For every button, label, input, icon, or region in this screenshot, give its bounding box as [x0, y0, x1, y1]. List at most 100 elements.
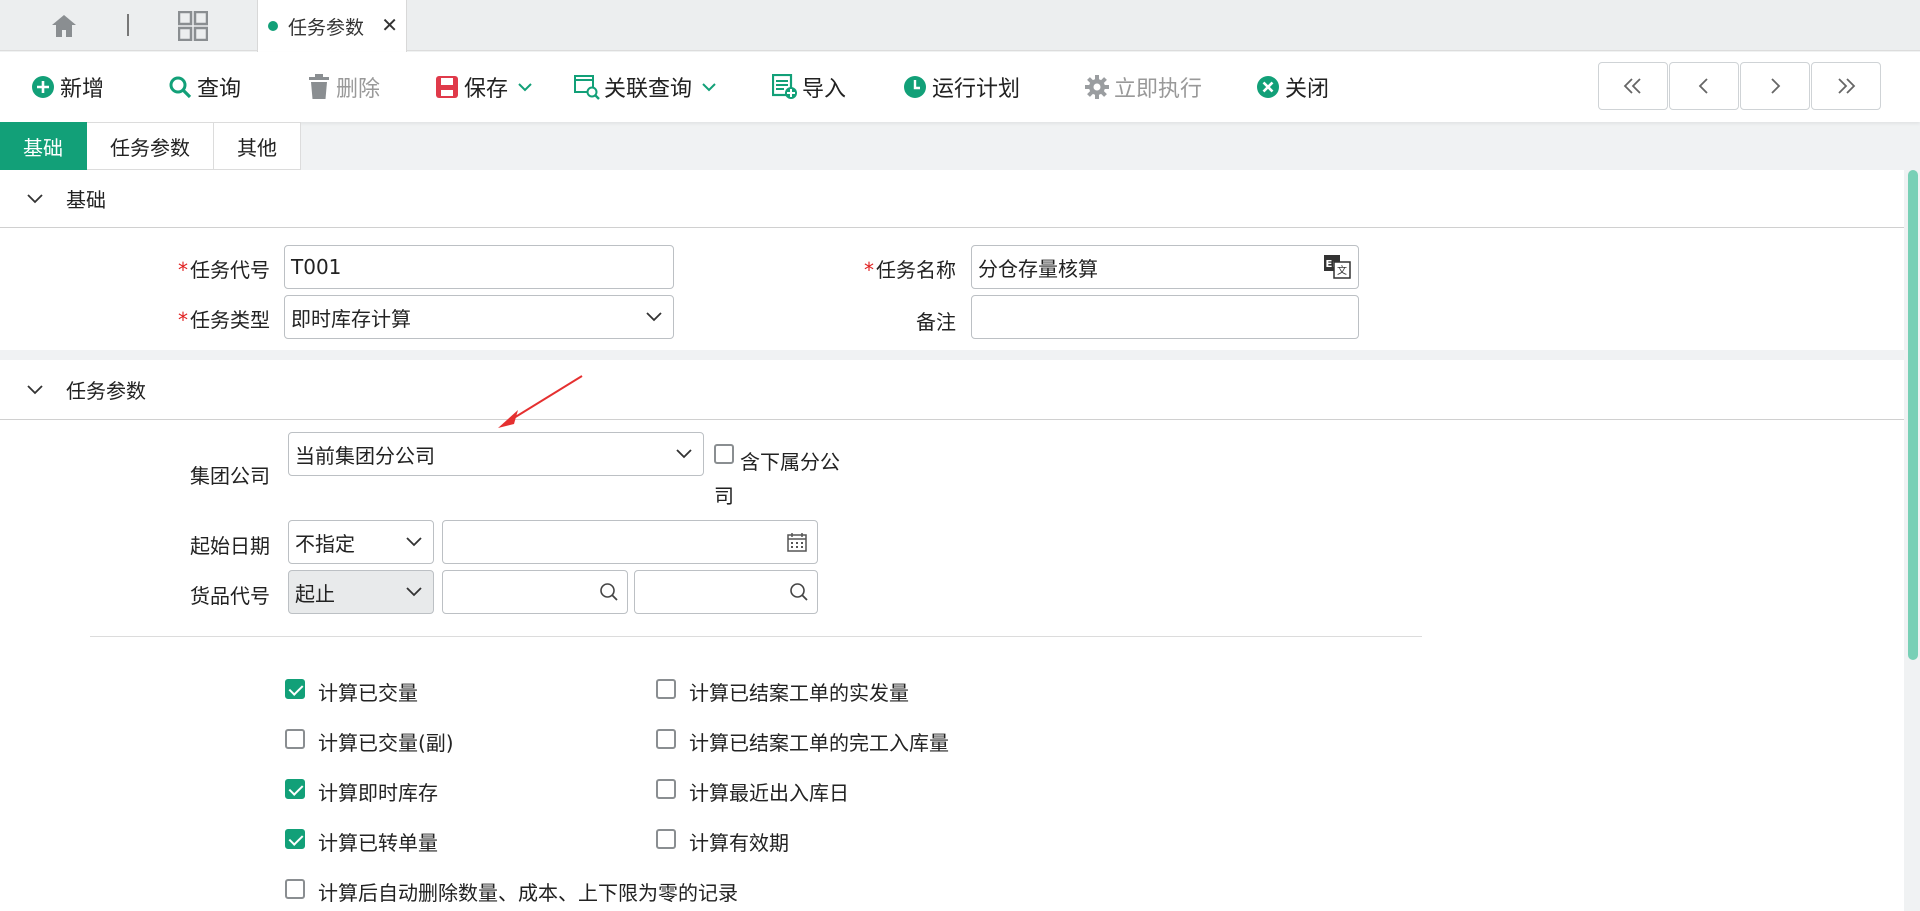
import-label: 导入 [802, 77, 847, 102]
calc-realtime-stock-label: 计算即时库存 [318, 781, 438, 805]
related-query-button[interactable]: 关联查询 [574, 70, 716, 104]
section-title: 任务参数 [66, 379, 146, 403]
tab-basic[interactable]: 基础 [0, 122, 87, 170]
last-record-button[interactable] [1811, 62, 1881, 110]
search-icon[interactable] [789, 582, 809, 602]
delete-button[interactable]: 删除 [306, 70, 380, 104]
trash-icon [306, 74, 332, 100]
save-button[interactable]: 保存 [434, 70, 532, 104]
run-plan-button[interactable]: 运行计划 [902, 70, 1020, 104]
calendar-icon[interactable] [787, 532, 807, 552]
auto-delete-zero-records-label: 计算后自动删除数量、成本、上下限为零的记录 [318, 881, 738, 905]
clock-icon [902, 74, 928, 100]
execute-now-button[interactable]: 立即执行 [1084, 70, 1202, 104]
calc-closed-wo-completed-checkbox[interactable] [656, 729, 676, 749]
calc-expiry-checkbox[interactable] [656, 829, 676, 849]
task-type-label: * 任务类型 [178, 308, 270, 332]
task-params-section: 任务参数 集团公司 当前集团分公司 含下属分公 司 起始日期 不指定 货品代号 … [0, 360, 1904, 911]
calc-closed-wo-issued-checkbox[interactable] [656, 679, 676, 699]
item-code-mode-select[interactable]: 起止 [288, 570, 434, 614]
calc-realtime-stock-checkbox[interactable] [285, 779, 305, 799]
task-code-label: * 任务代号 [178, 258, 270, 282]
calc-transferred-qty-label: 计算已转单量 [318, 831, 438, 855]
chevron-down-icon [406, 537, 422, 547]
group-company-label: 集团公司 [190, 464, 270, 488]
include-subsidiaries-label-wrap: 司 [714, 484, 734, 508]
item-code-to-input[interactable] [634, 570, 818, 614]
include-subsidiaries-label: 含下属分公 [740, 450, 840, 474]
save-label: 保存 [464, 77, 509, 102]
group-company-select[interactable]: 当前集团分公司 [288, 432, 704, 476]
chevron-down-icon[interactable] [518, 80, 532, 94]
vertical-scrollbar[interactable] [1908, 170, 1918, 660]
floppy-disk-icon [434, 74, 460, 100]
close-circle-icon [1255, 74, 1281, 100]
search-icon [167, 74, 193, 100]
query-label: 查询 [197, 77, 242, 102]
close-label: 关闭 [1285, 77, 1330, 102]
calc-last-inout-date-checkbox[interactable] [656, 779, 676, 799]
gear-icon [1084, 74, 1110, 100]
toolbar: 新增 查询 删除 保存 关联查询 导入 运行计划 立即执行 关闭 [0, 52, 1920, 122]
task-name-label: * 任务名称 [864, 258, 956, 282]
annotation-arrow-icon [498, 375, 583, 428]
form-tabs: 基础 任务参数 其他 [0, 122, 301, 170]
window-tab-strip: 任务参数 ✕ [0, 0, 1920, 52]
search-icon[interactable] [599, 582, 619, 602]
calc-expiry-label: 计算有效期 [689, 831, 789, 855]
chevron-down-icon [406, 587, 422, 597]
run-plan-label: 运行计划 [932, 77, 1021, 102]
task-name-input[interactable]: 分仓存量核算 En 文 [971, 245, 1359, 289]
basic-section: 基础 * 任务代号 T001 * 任务名称 分仓存量核算 En 文 * 任务类型 即时库… [0, 170, 1904, 350]
auto-delete-zero-records-checkbox[interactable] [285, 879, 305, 899]
calc-transferred-qty-checkbox[interactable] [285, 829, 305, 849]
chevron-down-icon[interactable] [26, 381, 44, 399]
add-button[interactable]: 新增 [30, 70, 104, 104]
import-button[interactable]: 导入 [772, 70, 846, 104]
next-record-button[interactable] [1740, 62, 1810, 110]
chevron-down-icon[interactable] [26, 190, 44, 208]
tab-task-params[interactable]: 任务参数 [87, 122, 214, 170]
first-record-button[interactable] [1598, 62, 1668, 110]
related-query-label: 关联查询 [604, 77, 693, 102]
calc-delivered-qty-label: 计算已交量 [318, 681, 418, 705]
tab-other[interactable]: 其他 [214, 122, 301, 170]
tab-separator [127, 14, 129, 36]
active-dot-icon [268, 21, 278, 31]
task-params-section-header[interactable]: 任务参数 [0, 360, 1904, 420]
start-date-mode-select[interactable]: 不指定 [288, 520, 434, 564]
translate-icon[interactable]: En 文 [1322, 254, 1352, 280]
prev-record-button[interactable] [1669, 62, 1739, 110]
home-icon[interactable] [48, 10, 80, 42]
tab-label: 任务参数 [288, 16, 365, 39]
calc-delivered-qty-secondary-label: 计算已交量(副) [318, 731, 454, 755]
calc-delivered-qty-secondary-checkbox[interactable] [285, 729, 305, 749]
start-date-input[interactable] [442, 520, 818, 564]
start-date-label: 起始日期 [190, 534, 270, 558]
task-code-input[interactable]: T001 [284, 245, 674, 289]
chevron-down-icon [646, 312, 662, 322]
tab-task-params[interactable]: 任务参数 ✕ [257, 0, 407, 52]
chevron-down-icon [676, 449, 692, 459]
window-search-icon [574, 74, 600, 100]
close-button[interactable]: 关闭 [1255, 70, 1329, 104]
close-tab-icon[interactable]: ✕ [381, 13, 398, 37]
plus-circle-icon [30, 74, 56, 100]
item-code-label: 货品代号 [190, 584, 270, 608]
add-label: 新增 [60, 77, 105, 102]
task-type-select[interactable]: 即时库存计算 [284, 295, 674, 339]
apps-grid-icon[interactable] [177, 10, 209, 42]
remark-input[interactable] [971, 295, 1359, 339]
section-title: 基础 [66, 188, 106, 212]
item-code-from-input[interactable] [442, 570, 628, 614]
basic-section-header[interactable]: 基础 [0, 170, 1904, 228]
calc-closed-wo-completed-label: 计算已结案工单的完工入库量 [689, 731, 949, 755]
query-button[interactable]: 查询 [167, 70, 241, 104]
chevron-down-icon[interactable] [702, 80, 716, 94]
import-sheet-icon [772, 74, 798, 100]
calc-closed-wo-issued-label: 计算已结案工单的实发量 [689, 681, 909, 705]
calc-delivered-qty-checkbox[interactable] [285, 679, 305, 699]
execute-now-label: 立即执行 [1114, 77, 1203, 102]
include-subsidiaries-checkbox[interactable] [714, 444, 734, 464]
delete-label: 删除 [336, 77, 381, 102]
